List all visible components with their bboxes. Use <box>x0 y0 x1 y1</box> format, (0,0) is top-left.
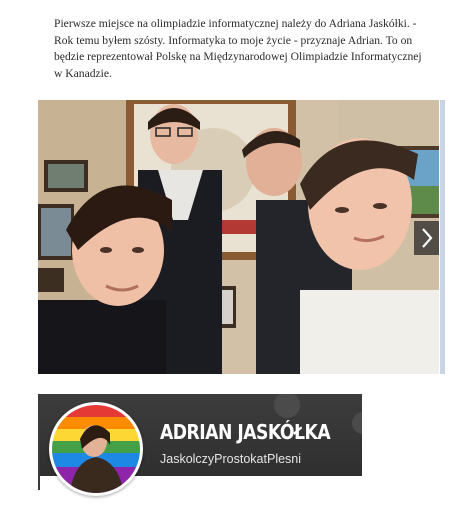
profile-name: ADRIAN JASKÓŁKA <box>160 420 331 444</box>
film-reel-icon <box>274 394 300 418</box>
article-photo[interactable] <box>38 100 439 374</box>
article-paragraph: Pierwsze miejsce na olimpiadzie informat… <box>54 17 422 80</box>
profile-handle[interactable]: JaskolczyProstokatPlesni <box>160 452 301 466</box>
next-photo-button[interactable] <box>414 221 439 255</box>
previous-line-fragment <box>54 0 354 6</box>
avatar[interactable] <box>49 402 143 496</box>
chevron-right-icon <box>421 228 432 248</box>
banner-edge <box>38 394 40 490</box>
film-reel-icon <box>352 412 362 434</box>
article-text: Pierwsze miejsce na olimpiadzie informat… <box>54 16 424 82</box>
gallery-scroll-edge <box>440 100 445 374</box>
